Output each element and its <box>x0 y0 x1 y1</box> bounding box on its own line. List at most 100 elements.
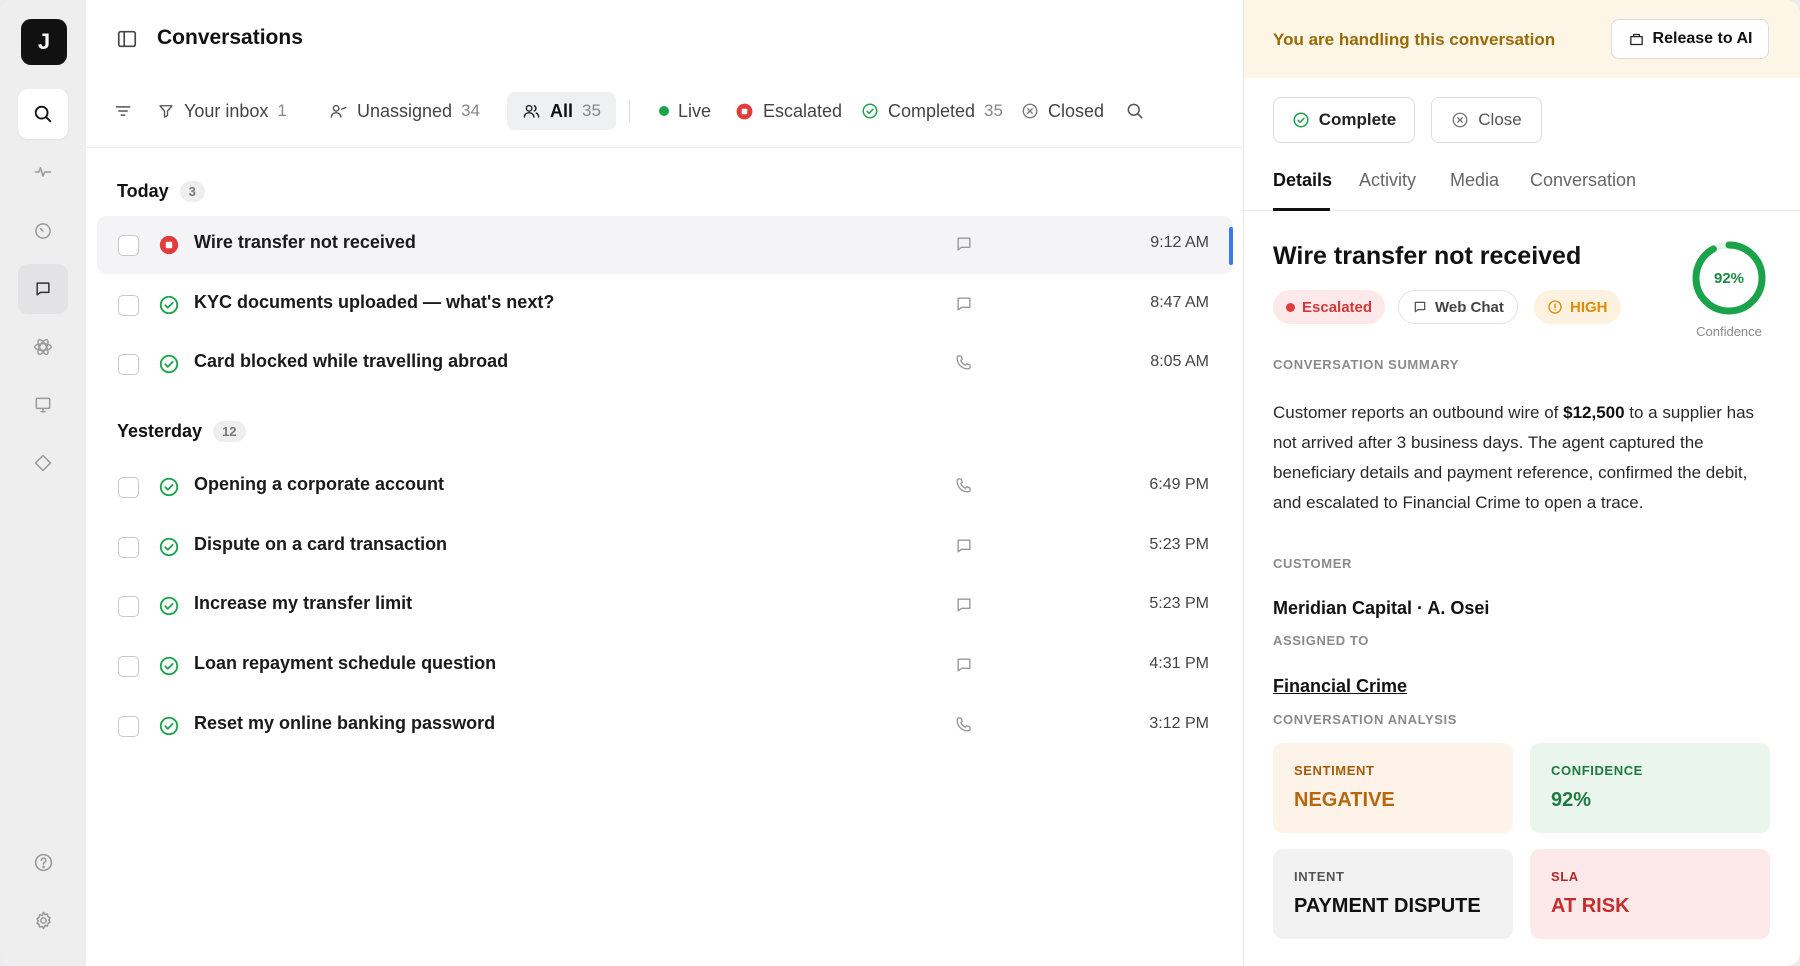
filter-all[interactable]: All 35 <box>507 92 616 130</box>
assigned-team-link[interactable]: Financial Crime <box>1273 676 1407 697</box>
row-checkbox[interactable] <box>118 716 139 737</box>
conversation-row[interactable]: KYC documents uploaded — what's next? 8:4… <box>97 276 1233 334</box>
rail-activity[interactable] <box>18 147 68 197</box>
filter-unassigned[interactable]: Unassigned 34 <box>329 92 480 130</box>
filter-lines-icon <box>115 106 131 116</box>
filter-count: 35 <box>984 101 1003 120</box>
channel-badge: Web Chat <box>1398 290 1518 324</box>
list-search-button[interactable] <box>1125 92 1145 130</box>
funnel-icon <box>159 105 173 118</box>
conversation-row[interactable]: Reset my online banking password 3:12 PM <box>97 697 1233 755</box>
row-checkbox[interactable] <box>118 295 139 316</box>
tab-activity[interactable]: Activity <box>1359 170 1416 191</box>
tab-media[interactable]: Media <box>1450 170 1499 191</box>
users-icon <box>523 104 540 118</box>
conversation-row[interactable]: Increase my transfer limit 5:23 PM <box>97 577 1233 635</box>
conversation-row[interactable]: Wire transfer not received 9:12 AM <box>97 216 1233 274</box>
filter-escalated[interactable]: Escalated <box>735 92 842 130</box>
check-circle-icon <box>159 354 179 374</box>
detail-tabs: Details Activity Media Conversation <box>1244 164 1800 211</box>
conversation-row[interactable]: Loan repayment schedule question 4:31 PM <box>97 637 1233 695</box>
filter-label: Unassigned <box>357 100 453 121</box>
confidence-card: CONFIDENCE 92% <box>1530 743 1770 833</box>
row-channel <box>954 234 974 259</box>
row-checkbox[interactable] <box>118 656 139 677</box>
row-checkbox[interactable] <box>118 235 139 256</box>
conversation-row[interactable]: Dispute on a card transaction 5:23 PM <box>97 518 1233 576</box>
row-status <box>158 294 180 316</box>
row-title: Opening a corporate account <box>194 474 445 494</box>
release-to-ai-button[interactable]: Release to AI <box>1611 19 1769 59</box>
sentiment-card: SENTIMENT NEGATIVE <box>1273 743 1513 833</box>
rail-search[interactable] <box>18 89 68 139</box>
priority-badge: HIGH <box>1534 290 1621 324</box>
row-channel <box>954 536 974 561</box>
check-circle-icon <box>159 596 179 616</box>
group-header-today: Today 3 <box>117 181 205 202</box>
assigned-section-label: ASSIGNED TO <box>1273 633 1369 648</box>
rail-history[interactable] <box>18 206 68 256</box>
workspace-logo[interactable]: J <box>21 19 67 65</box>
check-circle-icon <box>159 656 179 676</box>
chat-icon <box>957 658 971 672</box>
card-key: INTENT <box>1294 869 1345 884</box>
rail-screens[interactable] <box>18 380 68 430</box>
row-title: Wire transfer not received <box>194 232 416 252</box>
status-badge: Escalated <box>1273 290 1386 324</box>
filter-label: Live <box>678 100 712 121</box>
escalated-status-icon <box>159 235 179 255</box>
complete-button[interactable]: Complete <box>1273 97 1415 143</box>
filter-your-inbox[interactable]: Your inbox 1 <box>157 92 287 130</box>
row-checkbox[interactable] <box>118 477 139 498</box>
tab-details[interactable]: Details <box>1273 170 1332 191</box>
activity-icon <box>34 167 52 177</box>
search-icon <box>1127 103 1143 119</box>
row-checkbox[interactable] <box>118 354 139 375</box>
sidebar-toggle-icon[interactable] <box>116 28 138 50</box>
check-circle-icon <box>159 295 179 315</box>
row-status <box>158 595 180 617</box>
tab-conversation[interactable]: Conversation <box>1530 170 1636 191</box>
confidence-gauge-label: Confidence <box>1696 324 1762 339</box>
filter-live[interactable]: Live <box>659 92 711 130</box>
row-status <box>158 715 180 737</box>
group-label: Yesterday <box>117 421 203 441</box>
row-channel <box>954 655 974 680</box>
filter-closed[interactable]: Closed <box>1021 92 1104 130</box>
conversation-row[interactable]: Card blocked while travelling abroad 8:05… <box>97 335 1233 393</box>
row-time: 6:49 PM <box>1149 476 1209 493</box>
conversation-detail-panel: You are handling this conversation Relea… <box>1244 0 1800 966</box>
rail-conversations[interactable] <box>18 264 68 314</box>
rail-help[interactable] <box>18 837 68 887</box>
row-channel <box>954 595 974 620</box>
summary-section-label: CONVERSATION SUMMARY <box>1273 357 1460 372</box>
page-title: Conversations <box>157 26 303 49</box>
chat-icon <box>1414 301 1426 313</box>
release-label: Release to AI <box>1652 30 1753 47</box>
close-button[interactable]: Close <box>1431 97 1542 143</box>
filter-completed[interactable]: Completed 35 <box>861 92 1003 130</box>
row-status <box>158 476 180 498</box>
filter-label: All <box>550 100 574 121</box>
close-label: Close <box>1478 110 1522 129</box>
conversation-row[interactable]: Opening a corporate account 6:49 PM <box>97 458 1233 516</box>
analysis-section-label: CONVERSATION ANALYSIS <box>1273 712 1458 727</box>
phone-icon <box>956 355 971 370</box>
filter-label: Your inbox <box>184 100 269 121</box>
row-checkbox[interactable] <box>118 537 139 558</box>
row-checkbox[interactable] <box>118 596 139 617</box>
filter-count: 1 <box>277 101 287 120</box>
icon-rail: J <box>0 0 86 966</box>
help-icon <box>34 853 52 871</box>
filter-bar: Your inbox 1 Unassigned 34 All 35 Live E… <box>86 88 1244 148</box>
card-value: AT RISK <box>1551 895 1630 917</box>
monitor-icon <box>35 397 51 413</box>
rail-integrations[interactable] <box>18 322 68 372</box>
row-channel <box>954 715 973 739</box>
rail-settings[interactable] <box>18 895 68 945</box>
chat-icon <box>957 598 971 612</box>
group-count-badge: 12 <box>213 421 246 442</box>
filter-divider <box>629 100 630 122</box>
rail-rules[interactable] <box>18 438 68 488</box>
filter-options-button[interactable] <box>113 92 133 130</box>
